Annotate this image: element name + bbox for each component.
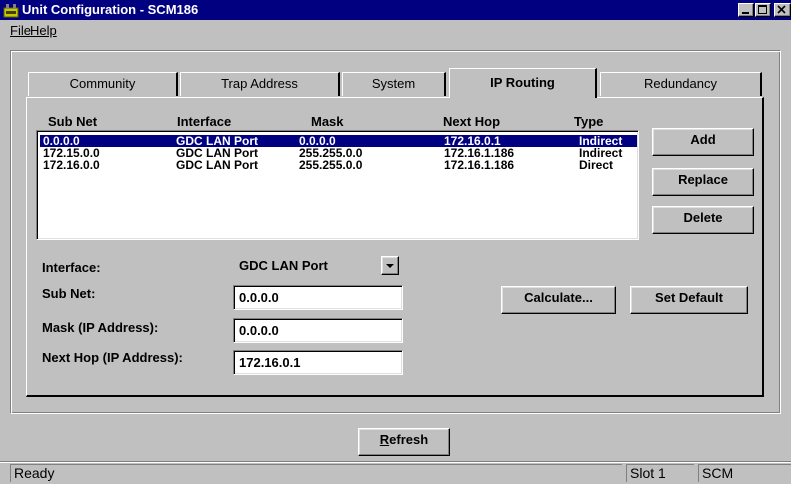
next-hop-label: Next Hop (IP Address): (42, 350, 183, 365)
subnet-label: Sub Net: (42, 286, 96, 301)
status-slot: Slot 1 (626, 464, 694, 482)
status-separator (0, 461, 791, 463)
column-header-next-hop[interactable]: Next Hop (443, 114, 500, 129)
maximize-button[interactable] (755, 3, 771, 17)
tab-redundancy[interactable]: Redundancy (600, 72, 762, 96)
minimize-icon (742, 12, 749, 14)
cell-mask: 255.255.0.0 (299, 158, 363, 172)
route-list[interactable]: 0.0.0.0 GDC LAN Port 0.0.0.0 172.16.0.1 … (36, 130, 639, 240)
mask-field[interactable]: 0.0.0.0 (233, 318, 403, 343)
column-header-mask[interactable]: Mask (311, 114, 344, 129)
status-message: Ready (10, 464, 622, 482)
calculate-button[interactable]: Calculate... (501, 286, 616, 314)
cell-interface: GDC LAN Port (176, 158, 258, 172)
maximize-icon (758, 5, 767, 14)
set-default-button[interactable]: Set Default (630, 286, 748, 314)
interface-select[interactable]: GDC LAN Port (233, 252, 401, 279)
mask-label: Mask (IP Address): (42, 320, 159, 335)
tab-trap-address[interactable]: Trap Address (180, 72, 340, 96)
replace-button[interactable]: Replace (652, 168, 754, 196)
menu-file[interactable]: File (10, 24, 31, 38)
subnet-field[interactable]: 0.0.0.0 (233, 285, 403, 310)
menu-bar: File Help (0, 20, 791, 42)
window-title: Unit Configuration - SCM186 (22, 2, 199, 17)
title-bar[interactable]: Unit Configuration - SCM186 (0, 0, 791, 20)
tab-ip-routing[interactable]: IP Routing (449, 68, 597, 98)
cell-type: Direct (579, 158, 614, 172)
tab-system[interactable]: System (342, 72, 446, 96)
refresh-button[interactable]: Refresh (358, 428, 450, 456)
cell-subnet: 172.16.0.0 (43, 158, 100, 172)
delete-button[interactable]: Delete (652, 206, 754, 234)
add-button[interactable]: Add (652, 128, 754, 156)
chevron-down-icon (386, 264, 394, 268)
column-header-interface[interactable]: Interface (177, 114, 231, 129)
close-icon (777, 5, 786, 14)
table-row[interactable]: 172.16.0.0 GDC LAN Port 255.255.0.0 172.… (40, 159, 637, 171)
next-hop-field[interactable]: 172.16.0.1 (233, 350, 403, 375)
app-icon[interactable] (3, 2, 19, 18)
menu-help[interactable]: Help (30, 24, 57, 38)
dropdown-button[interactable] (381, 256, 399, 275)
cell-next-hop: 172.16.1.186 (444, 158, 515, 172)
interface-label: Interface: (42, 260, 101, 275)
minimize-button[interactable] (738, 3, 754, 17)
close-button[interactable] (774, 3, 791, 17)
column-header-type[interactable]: Type (574, 114, 603, 129)
interface-select-value: GDC LAN Port (233, 252, 401, 279)
column-header-subnet[interactable]: Sub Net (48, 114, 97, 129)
status-module: SCM (698, 464, 791, 482)
tab-community[interactable]: Community (28, 72, 178, 96)
